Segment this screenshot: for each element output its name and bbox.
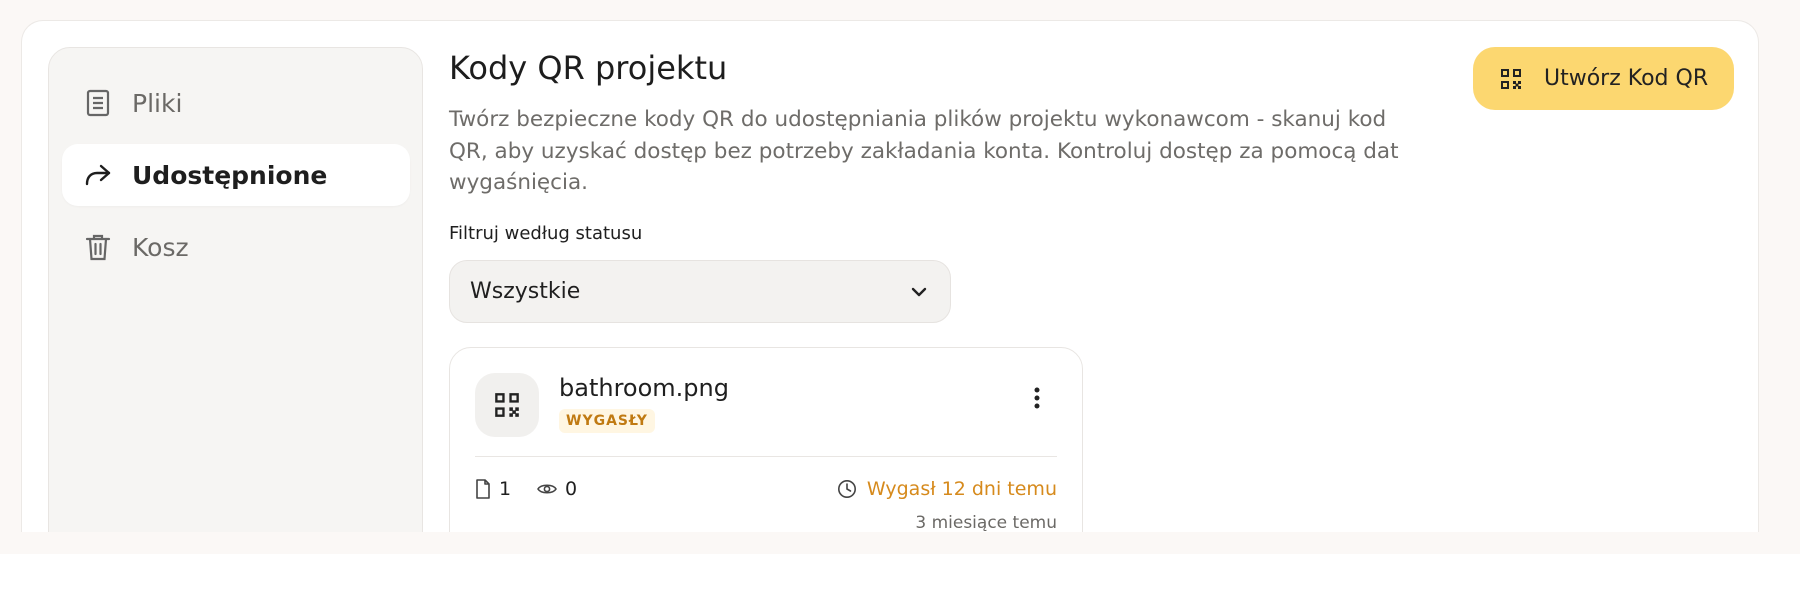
chevron-down-icon [910, 286, 928, 298]
create-qr-code-button[interactable]: Utwórz Kod QR [1473, 47, 1734, 110]
page-description: Twórz bezpieczne kody QR do udostępniani… [449, 107, 1399, 195]
sidebar-item-label: Udostępnione [132, 160, 328, 190]
file-icon [475, 479, 491, 499]
main-panel: Pliki Udostępnione Kosz Kody QR projektu… [21, 20, 1759, 554]
views-count-stat: 0 [537, 478, 577, 500]
sidebar-item-udostepnione[interactable]: Udostępnione [62, 144, 410, 206]
page-title: Kody QR projektu [449, 49, 728, 87]
status-filter-value: Wszystkie [470, 279, 581, 304]
files-count: 1 [499, 478, 512, 500]
created-date: 3 miesiące temu [915, 513, 1057, 533]
sidebar: Pliki Udostępnione Kosz [48, 47, 423, 554]
create-button-label: Utwórz Kod QR [1544, 66, 1709, 91]
card-filename: bathroom.png [559, 374, 729, 402]
clock-icon [837, 479, 857, 499]
qr-code-icon [1500, 68, 1522, 90]
sidebar-item-label: Kosz [132, 232, 189, 262]
eye-icon [537, 482, 557, 496]
page-background-bottom [0, 532, 1800, 554]
share-arrow-icon [84, 161, 112, 189]
expiry-status: Wygasł 12 dni temu [837, 478, 1057, 500]
files-count-stat: 1 [475, 478, 511, 500]
qr-code-card[interactable]: bathroom.png WYGASŁY 1 0 Wygasł 12 dni t… [449, 347, 1083, 554]
sidebar-item-label: Pliki [132, 88, 183, 118]
status-filter-select[interactable]: Wszystkie [449, 260, 951, 323]
sidebar-item-pliki[interactable]: Pliki [62, 72, 410, 134]
qr-code-icon [475, 373, 539, 437]
status-badge: WYGASŁY [559, 409, 655, 433]
expiry-text: Wygasł 12 dni temu [866, 478, 1057, 500]
more-options-button[interactable] [1025, 382, 1049, 414]
sidebar-item-kosz[interactable]: Kosz [62, 216, 410, 278]
filter-label: Filtruj według statusu [449, 223, 643, 244]
document-icon [84, 89, 112, 117]
more-vertical-icon [1034, 387, 1040, 409]
views-count: 0 [565, 478, 578, 500]
card-divider [475, 456, 1057, 457]
trash-icon [84, 233, 112, 261]
